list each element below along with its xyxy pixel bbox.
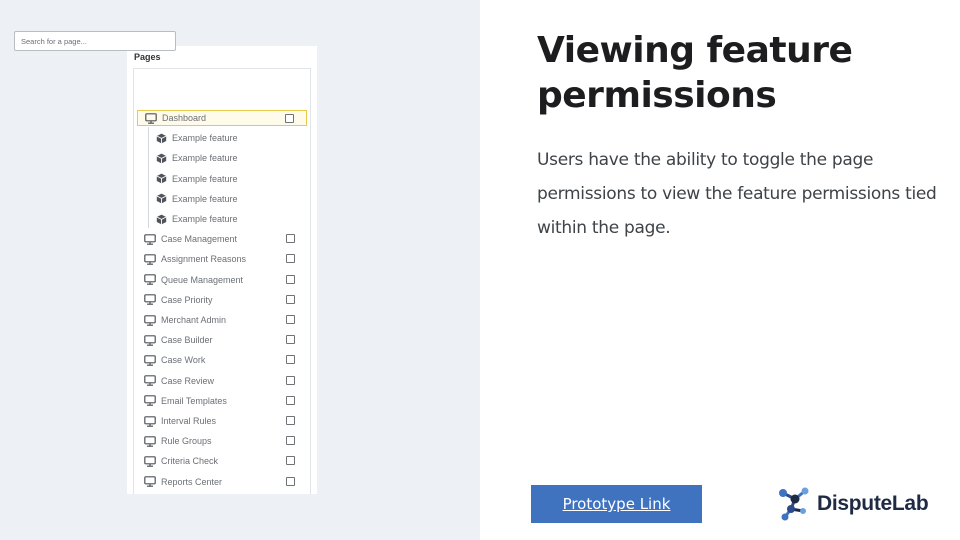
tree-item-label: Case Work (161, 355, 206, 366)
tree-item-label: Reports Center (161, 476, 223, 487)
tree-item-label: Example feature (172, 193, 238, 204)
tree-item-label: Queue Management (161, 274, 244, 285)
monitor-icon (144, 455, 156, 467)
tree-item-label: Interval Rules (161, 416, 217, 426)
feature-row[interactable]: Example feature (155, 191, 295, 207)
feature-row[interactable]: Example feature (155, 171, 295, 187)
page-permission-checkbox[interactable] (286, 315, 295, 324)
page-row[interactable]: Case Work (137, 352, 307, 368)
page-row[interactable]: Interval Rules (137, 413, 307, 429)
tree-item-label: Rule Groups (161, 436, 212, 447)
disputelab-logo-text: DisputeLab (817, 492, 929, 515)
monitor-icon (144, 415, 156, 427)
monitor-icon (144, 334, 156, 346)
monitor-icon (144, 395, 156, 407)
page-permission-checkbox[interactable] (285, 114, 294, 123)
slide-heading: Viewing feature permissions (537, 30, 853, 116)
page-permission-checkbox[interactable] (286, 375, 295, 385)
tree-item-label: Example feature (172, 173, 238, 184)
tree-item-label: Case Management (161, 234, 238, 245)
cube-icon (155, 193, 167, 205)
disputelab-logo-mark (779, 487, 809, 521)
page-permission-checkbox[interactable] (286, 355, 295, 365)
tree-item-label: Case Builder (161, 335, 213, 346)
monitor-icon (144, 354, 156, 366)
tree-item-label: Criteria Check (161, 456, 219, 467)
tree-item-label: Merchant Admin (161, 315, 227, 325)
monitor-icon (144, 253, 156, 265)
page-row[interactable]: Reports Center (137, 474, 307, 490)
tree-guide-line (148, 127, 149, 228)
feature-row[interactable]: Example feature (155, 130, 295, 146)
page-row[interactable]: Rule Groups (137, 433, 307, 449)
page-row[interactable]: Dashboard (137, 110, 307, 126)
tree-item-label: Case Priority (161, 294, 213, 305)
monitor-icon (144, 233, 156, 245)
page-permission-checkbox[interactable] (286, 456, 295, 466)
monitor-icon (144, 294, 156, 306)
page-permission-checkbox[interactable] (286, 234, 295, 244)
tree-item-label: Example feature (172, 153, 238, 164)
tree-item-label: Case Review (161, 375, 215, 386)
pages-title: Pages (134, 52, 161, 62)
page-row[interactable]: Criteria Check (137, 453, 307, 469)
tree-item-label: Example feature (172, 214, 238, 224)
tree-item-label: Dashboard (162, 113, 207, 123)
monitor-icon (144, 435, 156, 447)
page-row[interactable]: Case Review (137, 373, 307, 389)
cube-icon (155, 213, 167, 225)
page-permission-checkbox[interactable] (286, 274, 295, 284)
page-permission-checkbox[interactable] (286, 294, 295, 304)
page-permission-checkbox[interactable] (286, 416, 295, 425)
page-row[interactable]: Merchant Admin (137, 312, 307, 328)
prototype-link-button[interactable]: Prototype Link (531, 485, 702, 523)
monitor-icon (145, 112, 157, 124)
tree-item-label: Email Templates (161, 395, 227, 406)
page-permission-checkbox[interactable] (286, 335, 295, 345)
slide-body-text: Users have the ability to toggle the pag… (537, 150, 937, 238)
monitor-icon (144, 375, 156, 387)
monitor-icon (144, 476, 156, 488)
page-row[interactable]: Case Builder (137, 332, 307, 348)
page-row[interactable]: Case Priority (137, 292, 307, 308)
disputelab-logo: DisputeLab (777, 484, 929, 524)
page-row[interactable]: Email Templates (137, 393, 307, 409)
page-row[interactable]: Assignment Reasons (137, 251, 307, 267)
page-row[interactable]: Case Management (137, 231, 307, 247)
feature-row[interactable]: Example feature (155, 150, 295, 166)
monitor-icon (144, 274, 156, 286)
cube-icon (155, 132, 167, 144)
page-permission-checkbox[interactable] (286, 436, 295, 446)
cube-icon (155, 173, 167, 185)
page-permission-checkbox[interactable] (286, 476, 295, 486)
tree-item-label: Example feature (172, 133, 238, 144)
page-row[interactable]: Queue Management (137, 272, 307, 288)
monitor-icon (144, 314, 156, 326)
page-search-input[interactable] (14, 31, 176, 51)
page-permission-checkbox[interactable] (286, 254, 295, 264)
feature-row[interactable]: Example feature (155, 211, 295, 227)
page-permission-checkbox[interactable] (286, 395, 295, 405)
cube-icon (155, 152, 167, 164)
tree-item-label: Assignment Reasons (161, 254, 247, 265)
